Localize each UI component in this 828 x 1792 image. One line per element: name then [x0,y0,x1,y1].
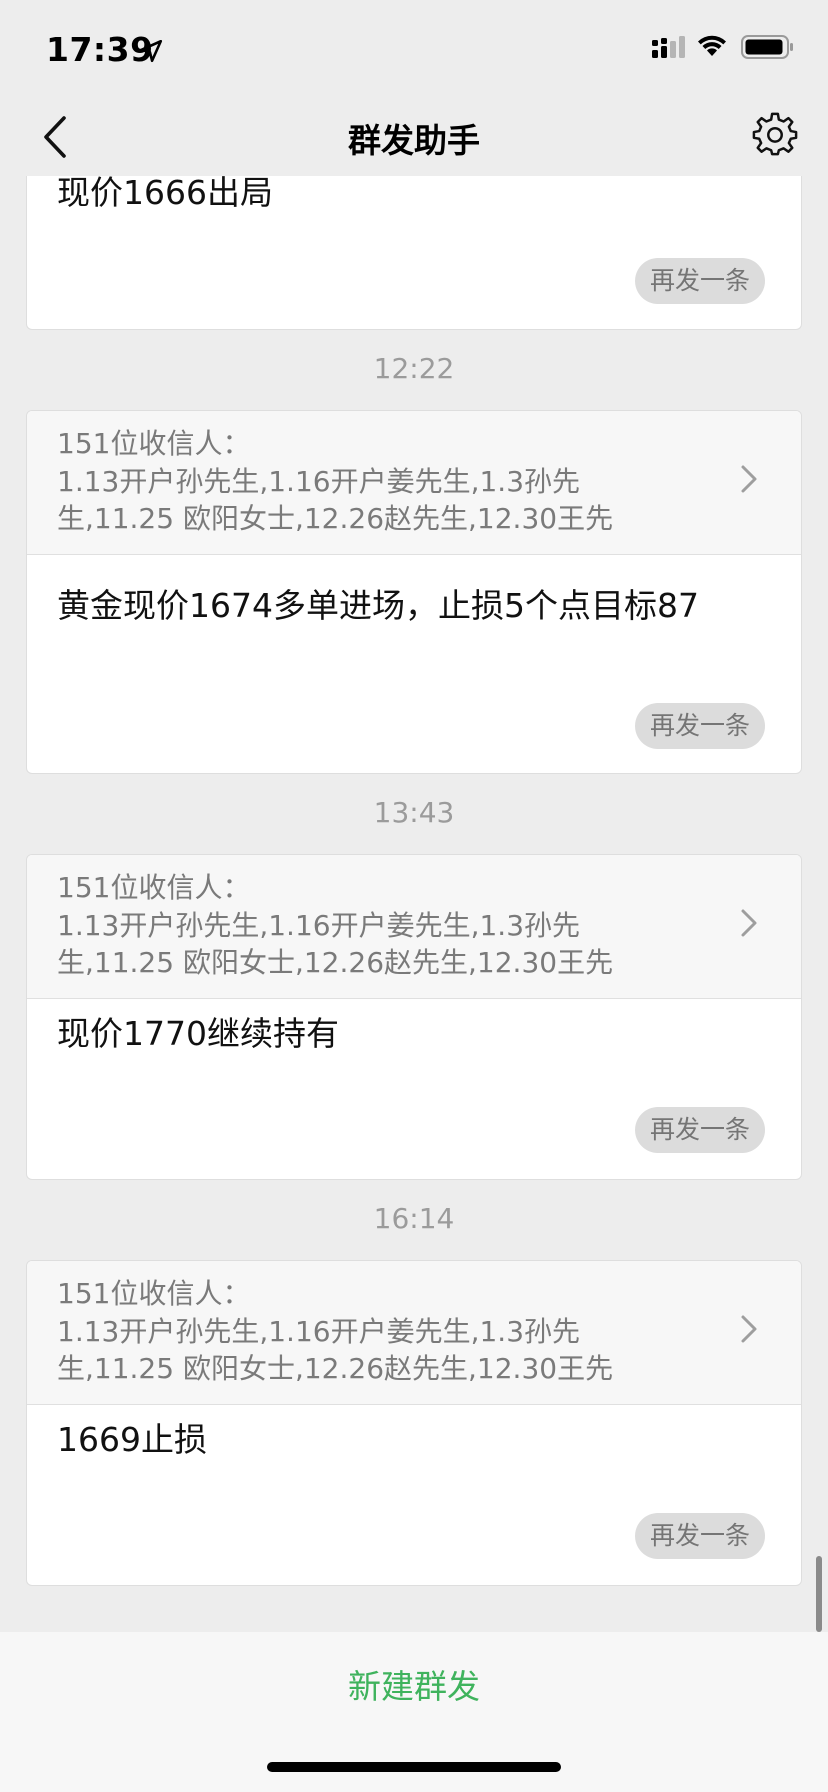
recipients-line: 生,11.25 欧阳女士,12.26赵先生,12.30王先 [57,946,614,979]
resend-button[interactable]: 再发一条 [635,703,765,749]
recipients-line: 1.13开户孙先生,1.16开户姜先生,1.3孙先 [57,465,581,498]
broadcast-card: 151位收信人： 1.13开户孙先生,1.16开户姜先生,1.3孙先 生,11.… [26,410,802,774]
broadcast-list[interactable]: 现价1666出局 再发一条 12:22 151位收信人： 1.13开户孙先生,1… [0,176,828,1632]
chevron-right-icon [741,909,757,937]
recipients-count: 151位收信人： [57,427,251,460]
resend-button[interactable]: 再发一条 [635,1513,765,1559]
message-text: 现价1666出局 [57,176,273,212]
new-broadcast-button[interactable]: 新建群发 [0,1660,828,1708]
recipients-line: 1.13开户孙先生,1.16开户姜先生,1.3孙先 [57,909,581,942]
chevron-right-icon [741,465,757,493]
status-bar: 17:39 [0,0,828,100]
wifi-icon [698,35,726,56]
message-body: 现价1666出局 再发一条 [27,176,801,329]
message-body: 1669止损 再发一条 [27,1405,801,1585]
scroll-indicator[interactable] [816,1556,822,1632]
nav-bar: 群发助手 [0,100,828,176]
resend-button[interactable]: 再发一条 [635,258,765,304]
message-body: 黄金现价1674多单进场，止损5个点目标87 再发一条 [27,555,801,773]
home-indicator[interactable] [267,1762,561,1772]
recipients-row[interactable]: 151位收信人： 1.13开户孙先生,1.16开户姜先生,1.3孙先 生,11.… [27,411,801,555]
timestamp: 16:14 [373,1202,455,1235]
recipients-list: 1.13开户孙先生,1.16开户姜先生,1.3孙先 生,11.25 欧阳女士,1… [57,907,691,981]
resend-button[interactable]: 再发一条 [635,1107,765,1153]
battery-icon [741,35,793,59]
chevron-right-icon [741,1315,757,1343]
recipients-row[interactable]: 151位收信人： 1.13开户孙先生,1.16开户姜先生,1.3孙先 生,11.… [27,1261,801,1405]
page-title: 群发助手 [348,121,480,160]
settings-gear-icon[interactable] [752,110,798,156]
recipients-count: 151位收信人： [57,871,251,904]
location-arrow-icon [139,39,163,63]
timestamp: 13:43 [373,796,455,829]
broadcast-card: 现价1666出局 再发一条 [26,176,802,330]
timestamp: 12:22 [373,352,455,385]
broadcast-card: 151位收信人： 1.13开户孙先生,1.16开户姜先生,1.3孙先 生,11.… [26,1260,802,1586]
cellular-signal-icon [652,36,685,58]
message-text: 现价1770继续持有 [57,1014,339,1053]
recipients-line: 生,11.25 欧阳女士,12.26赵先生,12.30王先 [57,502,614,535]
recipients-line: 生,11.25 欧阳女士,12.26赵先生,12.30王先 [57,1352,614,1385]
recipients-list: 1.13开户孙先生,1.16开户姜先生,1.3孙先 生,11.25 欧阳女士,1… [57,1313,691,1387]
message-body: 现价1770继续持有 再发一条 [27,999,801,1179]
recipients-list: 1.13开户孙先生,1.16开户姜先生,1.3孙先 生,11.25 欧阳女士,1… [57,463,691,537]
recipients-row[interactable]: 151位收信人： 1.13开户孙先生,1.16开户姜先生,1.3孙先 生,11.… [27,855,801,999]
recipients-line: 1.13开户孙先生,1.16开户姜先生,1.3孙先 [57,1315,581,1348]
broadcast-card: 151位收信人： 1.13开户孙先生,1.16开户姜先生,1.3孙先 生,11.… [26,854,802,1180]
recipients-count: 151位收信人： [57,1277,251,1310]
message-text: 黄金现价1674多单进场，止损5个点目标87 [57,586,699,625]
message-text: 1669止损 [57,1420,207,1459]
